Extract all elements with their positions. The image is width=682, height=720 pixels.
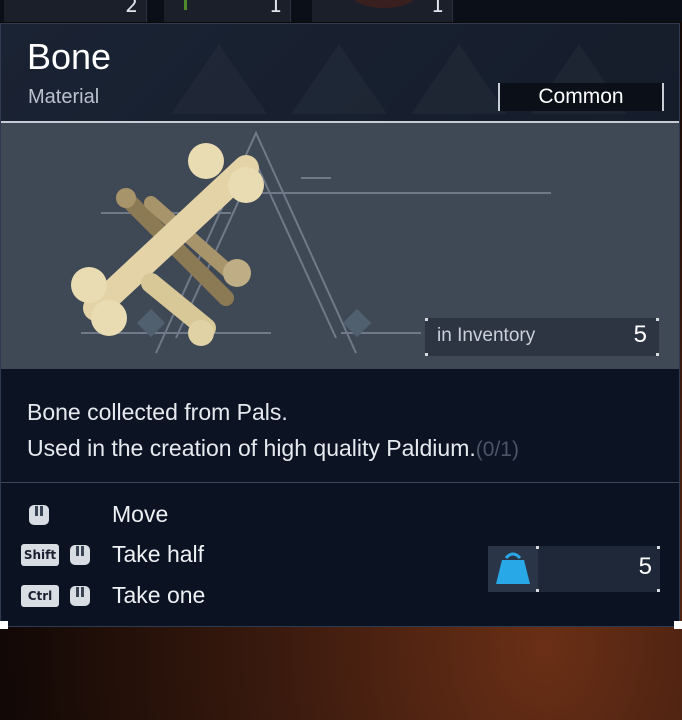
mouse-icon [29, 505, 49, 525]
corner-dot [536, 589, 539, 592]
hotbar-slot-count: 1 [269, 0, 282, 17]
weight-icon-glyph [496, 552, 530, 584]
corner-dot [657, 546, 660, 549]
corner-dot [656, 318, 659, 321]
control-label: Move [112, 501, 169, 527]
panel-corner-marker [674, 621, 682, 629]
inventory-count-box: in Inventory 5 [425, 318, 659, 356]
description-text: Used in the creation of high quality Pal… [27, 435, 476, 461]
hotbar-slot-marker [184, 0, 187, 10]
header-pattern [171, 44, 267, 114]
weight-icon [488, 546, 538, 592]
shift-key-icon: Shift [21, 544, 59, 566]
item-category: Material [28, 86, 100, 108]
header-pattern [411, 44, 507, 114]
hotbar-slot[interactable]: 2 [4, 0, 147, 22]
ctrl-key-icon: Ctrl [21, 585, 59, 607]
description-progress: (0/1) [475, 438, 519, 461]
corner-dot [536, 546, 539, 549]
corner-dot [425, 353, 428, 356]
hotbar-slot[interactable]: 1 [312, 0, 453, 22]
hotbar-slot-count: 2 [125, 0, 138, 17]
inventory-count: 5 [633, 321, 647, 348]
description-line: Bone collected from Pals. [27, 399, 288, 425]
corner-dot [425, 318, 428, 321]
inventory-label: in Inventory [437, 325, 536, 346]
hotbar-strip: 2 1 1 [0, 0, 682, 22]
corner-dot [656, 353, 659, 356]
weight-value: 5 [638, 553, 652, 580]
header-pattern [291, 44, 387, 114]
control-label: Take half [112, 541, 205, 567]
panel-corner-marker [0, 621, 8, 629]
description-line: Used in the creation of high quality Pal… [27, 435, 519, 462]
item-name: Bone [27, 36, 112, 77]
mouse-icon [70, 586, 90, 606]
mouse-icon [70, 545, 90, 565]
weight-box: 5 [488, 546, 660, 592]
rarity-badge: Common [498, 83, 664, 111]
item-header: Bone Material Common [1, 24, 679, 121]
corner-dot [657, 589, 660, 592]
item-image-area: in Inventory 5 [1, 121, 679, 369]
item-description: Bone collected from Pals. Used in the cr… [1, 369, 679, 482]
hotbar-slot[interactable]: 1 [164, 0, 291, 22]
item-tooltip-panel: Bone Material Common in Inventory 5 Bone… [0, 23, 680, 627]
bone-icon [71, 143, 264, 346]
control-label: Take one [112, 582, 206, 608]
